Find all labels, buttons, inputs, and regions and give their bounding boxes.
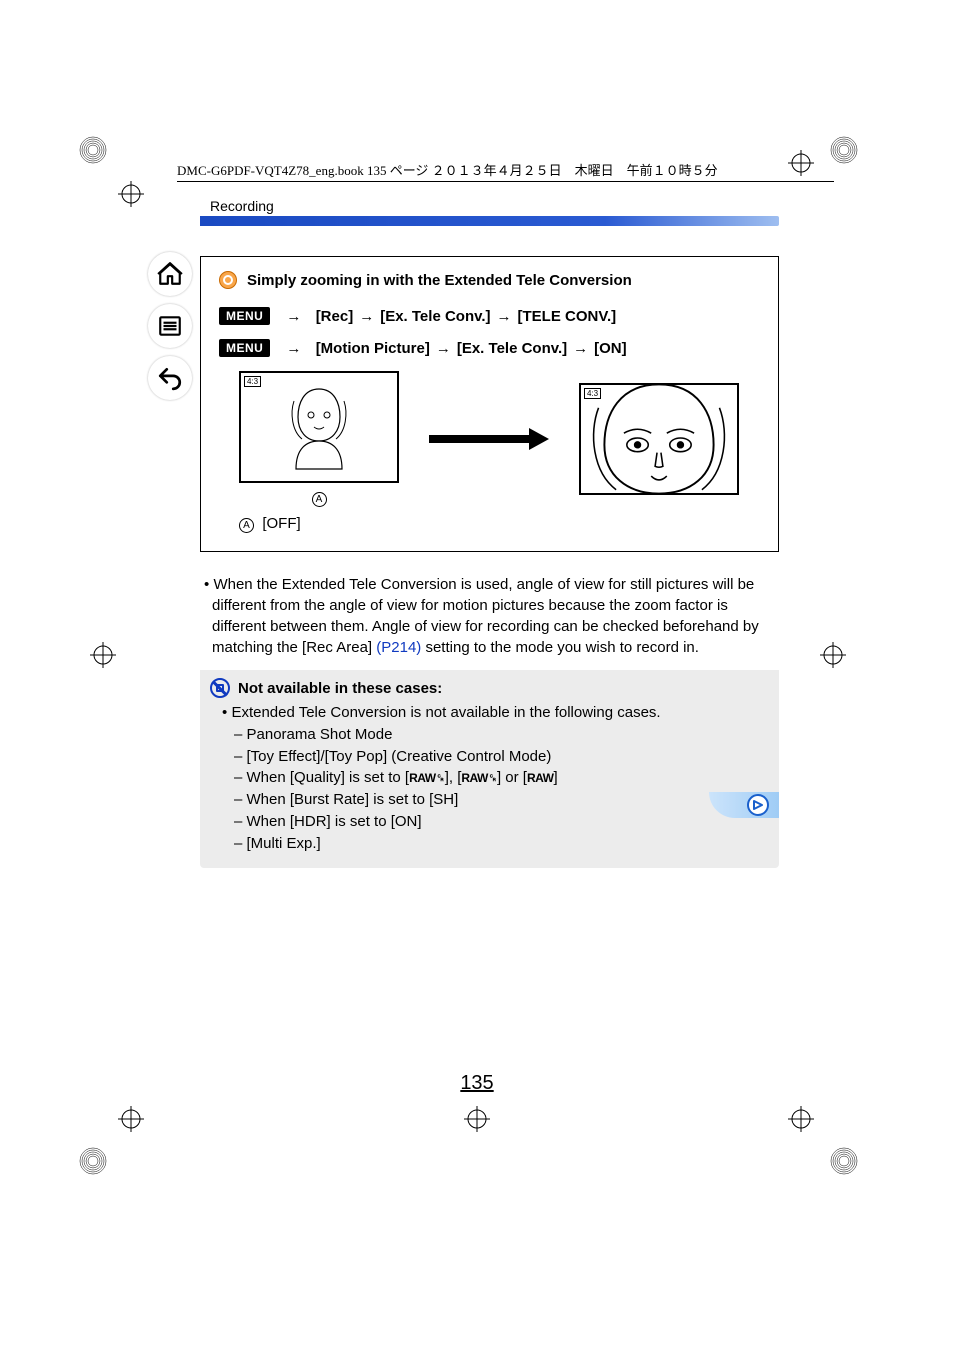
list-item-text: ] or [ [497,769,527,786]
menu-path-rec: MENU → [Rec] → [Ex. Tele Conv.] → [TELE … [219,307,760,325]
list-item-text: [Toy Effect]/[Toy Pop] (Creative Control… [247,748,552,765]
arrow-icon: → [359,308,374,325]
menu-path-motion: MENU → [Motion Picture] → [Ex. Tele Conv… [219,339,760,357]
figure-marker-value: [OFF] [262,515,300,532]
not-available-lead: • Extended Tele Conversion is not availa… [222,702,769,724]
list-item-text: ], [ [445,769,462,786]
figure-marker: A [312,492,327,507]
figure-marker-ref: A [239,518,254,533]
figure-row: 4:3 A [239,371,760,507]
menu-path-motion-0: [Motion Picture] [316,340,430,357]
crosshair-bot-m [464,1106,490,1132]
page-number: 135 [0,1072,954,1095]
section-bar [200,216,779,226]
list-item-text: When [Burst Rate] is set to [SH] [247,791,459,808]
not-available-block: Not available in these cases: • Extended… [200,670,779,868]
menu-icon[interactable] [148,304,192,348]
menu-badge-icon: MENU [219,307,270,325]
crosshair-top-l [118,181,144,207]
list-item: – [Toy Effect]/[Toy Pop] (Creative Contr… [234,746,769,768]
dash: – [234,835,242,852]
not-available-icon [210,678,230,698]
box-title: Simply zooming in with the Extended Tele… [219,271,760,289]
not-available-title-text: Not available in these cases: [238,680,442,697]
section-label: Recording [210,198,779,214]
figure-after: 4:3 [579,383,739,495]
aspect-label-b: 4:3 [584,388,601,399]
side-nav [145,252,195,408]
arrow-icon: → [436,340,451,357]
list-item-text: Panorama Shot Mode [247,726,393,743]
big-arrow-icon [429,428,549,450]
list-item: – When [HDR] is set to [ON] [234,811,769,833]
crosshair-mid-l [90,642,116,668]
raw-quality-icon: RAW [527,771,554,785]
dash: – [234,769,242,786]
aspect-label-a: 4:3 [244,376,261,387]
menu-badge-icon: MENU [219,339,270,357]
body-note: • When the Extended Tele Conversion is u… [200,574,779,658]
menu-path-rec-1: [Ex. Tele Conv.] [380,308,490,325]
bullet: • [222,704,227,721]
raw-quality-icon: RAW␍ [461,771,497,785]
menu-path-rec-0: [Rec] [316,308,354,325]
crosshair-bot-l [118,1106,144,1132]
print-header-meta: DMC-G6PDF-VQT4Z78_eng.book 135 ページ ２０１３年… [177,160,834,182]
list-item: – [Multi Exp.] [234,833,769,855]
list-item: – When [Burst Rate] is set to [SH] [234,789,769,811]
page-content: Recording Simply zooming in with the Ext… [200,198,779,868]
list-item-text: [Multi Exp.] [247,835,321,852]
dash: – [234,813,242,830]
info-box: Simply zooming in with the Extended Tele… [200,256,779,552]
page-ref-link[interactable]: (P214) [376,639,421,656]
figure-before: 4:3 A [239,371,399,507]
portrait-illustration-large [581,383,737,495]
bullet: • [204,576,209,593]
not-available-title: Not available in these cases: [210,678,769,698]
menu-path-rec-2: [TELE CONV.] [518,308,617,325]
menu-path-motion-2: [ON] [594,340,627,357]
arrow-icon: → [573,340,588,357]
back-icon[interactable] [148,356,192,400]
dash: – [234,791,242,808]
body-note-post: setting to the mode you wish to record i… [421,639,699,656]
dash: – [234,748,242,765]
box-title-text: Simply zooming in with the Extended Tele… [247,272,632,289]
arrow-icon: → [286,308,301,325]
list-item: – Panorama Shot Mode [234,724,769,746]
tip-icon [219,271,237,289]
crosshair-mid-r [820,642,846,668]
home-icon[interactable] [148,252,192,296]
portrait-illustration-small [284,383,354,471]
list-item-text: When [Quality] is set to [ [247,769,410,786]
reg-ornament-bl [78,1146,108,1176]
list-item: – When [Quality] is set to [RAW␍], [RAW␍… [234,767,769,789]
raw-quality-icon: RAW␍ [409,771,445,785]
figure-marker-label: A [OFF] [239,515,760,533]
not-available-lead-text: Extended Tele Conversion is not availabl… [231,704,660,721]
arrow-icon: → [497,308,512,325]
menu-path-motion-1: [Ex. Tele Conv.] [457,340,567,357]
reg-ornament-tl [78,135,108,165]
reg-ornament-br [829,1146,859,1176]
list-item-text: ] [553,769,557,786]
continue-arrow-icon [747,794,769,816]
list-item-text: When [HDR] is set to [ON] [247,813,422,830]
arrow-icon: → [286,340,301,357]
crosshair-bot-r [788,1106,814,1132]
dash: – [234,726,242,743]
